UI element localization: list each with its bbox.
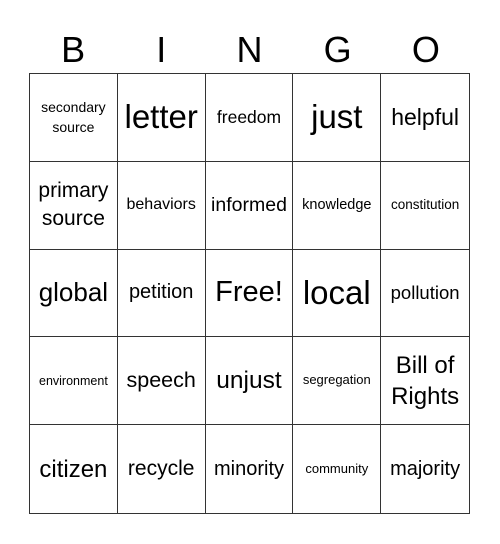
bingo-cell[interactable]: helpful — [381, 74, 469, 162]
header-letter-b: B — [61, 29, 86, 70]
bingo-cell[interactable]: constitution — [381, 162, 469, 250]
bingo-cell[interactable]: local — [293, 249, 382, 338]
bingo-cell[interactable]: behaviors — [117, 161, 206, 250]
bingo-cell[interactable]: freedom — [205, 74, 294, 162]
bingo-cell[interactable]: environment — [30, 337, 118, 426]
bingo-cell[interactable]: pollution — [381, 250, 469, 338]
bingo-cell[interactable]: global — [30, 249, 118, 338]
bingo-cell[interactable]: segregation — [293, 337, 382, 426]
bingo-cell[interactable]: letter — [117, 74, 206, 162]
bingo-cell[interactable]: informed — [205, 161, 294, 250]
bingo-cell[interactable]: primary source — [30, 161, 118, 250]
bingo-cell[interactable]: recycle — [118, 425, 206, 513]
bingo-cell[interactable]: citizen — [30, 425, 118, 513]
bingo-cell[interactable]: community — [293, 425, 382, 513]
header-letter-n: N — [236, 29, 263, 70]
bingo-cell[interactable]: just — [293, 74, 382, 162]
bingo-cell[interactable]: minority — [206, 425, 294, 513]
bingo-cell[interactable]: secondary source — [30, 74, 118, 162]
header-letter-i: I — [156, 29, 167, 70]
header-letter-o: O — [411, 29, 440, 70]
free-space-cell[interactable]: Free! — [205, 249, 294, 338]
bingo-cell[interactable]: majority — [381, 425, 469, 513]
bingo-cell[interactable]: petition — [117, 249, 206, 338]
bingo-card-grid: secondary source letter freedom just hel… — [29, 73, 470, 514]
bingo-cell[interactable]: knowledge — [293, 161, 382, 250]
bingo-header: B I N G O — [29, 28, 470, 72]
header-letter-g: G — [323, 29, 352, 70]
bingo-cell[interactable]: Bill of Rights — [381, 337, 469, 426]
bingo-cell[interactable]: speech — [117, 337, 206, 426]
bingo-cell[interactable]: unjust — [205, 337, 294, 426]
